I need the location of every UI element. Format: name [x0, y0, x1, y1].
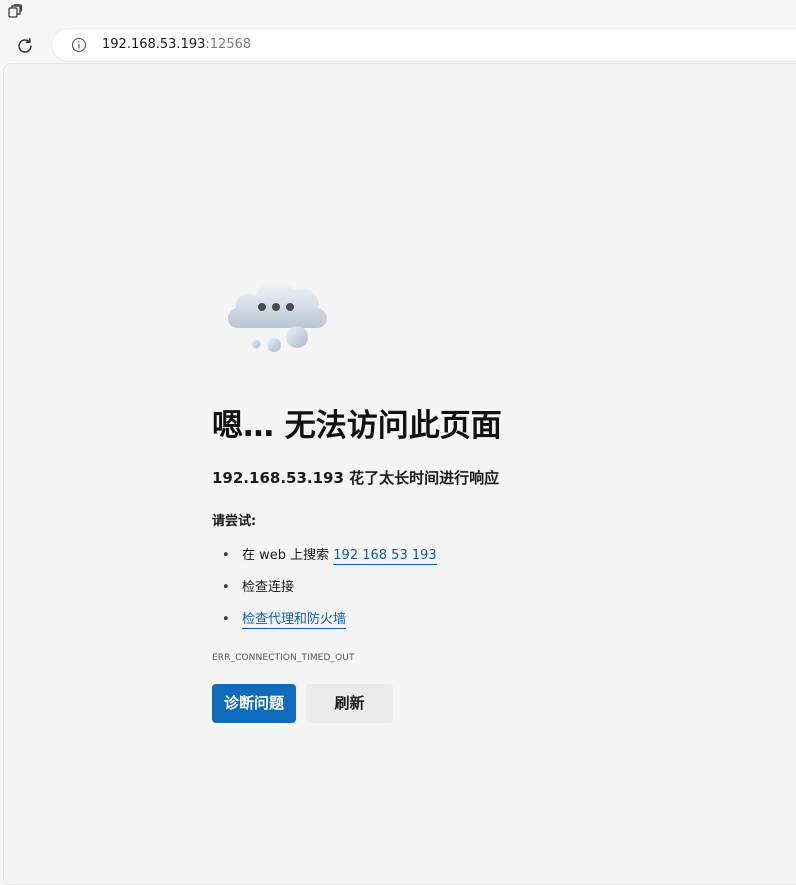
- bullet: •: [222, 612, 230, 627]
- collections-icon[interactable]: [6, 2, 24, 20]
- url-port: :12568: [205, 37, 252, 52]
- search-web-link[interactable]: 192 168 53 193: [333, 548, 437, 565]
- diagnose-button[interactable]: 诊断问题: [212, 684, 296, 723]
- refresh-button[interactable]: [12, 33, 38, 59]
- info-icon[interactable]: [70, 36, 88, 54]
- url-text[interactable]: 192.168.53.193:12568: [102, 37, 251, 53]
- suggestion-text: 检查代理和防火墙: [242, 608, 347, 632]
- suggestion-text: 检查连接: [242, 580, 295, 595]
- url-host: 192.168.53.193: [102, 37, 206, 52]
- navigation-bar: 192.168.53.193:12568: [0, 24, 796, 66]
- try-label: 请尝试:: [212, 514, 257, 529]
- refresh-page-button[interactable]: 刷新: [306, 684, 393, 723]
- check-proxy-firewall-link[interactable]: 检查代理和防火墙: [242, 612, 347, 629]
- error-description: 192.168.53.193 花了太长时间进行响应: [212, 469, 500, 487]
- bullet: •: [222, 548, 230, 563]
- cloud-icon: [220, 270, 332, 356]
- refresh-icon: [18, 38, 32, 53]
- suggestion-text: 在 web 上搜索 192 168 53 193: [242, 544, 437, 568]
- address-bar[interactable]: 192.168.53.193:12568: [52, 29, 796, 61]
- page-title: 嗯… 无法访问此页面: [212, 408, 502, 444]
- error-code: ERR_CONNECTION_TIMED_OUT: [212, 653, 355, 663]
- suggestion-prefix: 在 web 上搜索: [242, 548, 334, 563]
- bullet: •: [222, 580, 230, 595]
- title-bar: [0, 0, 796, 24]
